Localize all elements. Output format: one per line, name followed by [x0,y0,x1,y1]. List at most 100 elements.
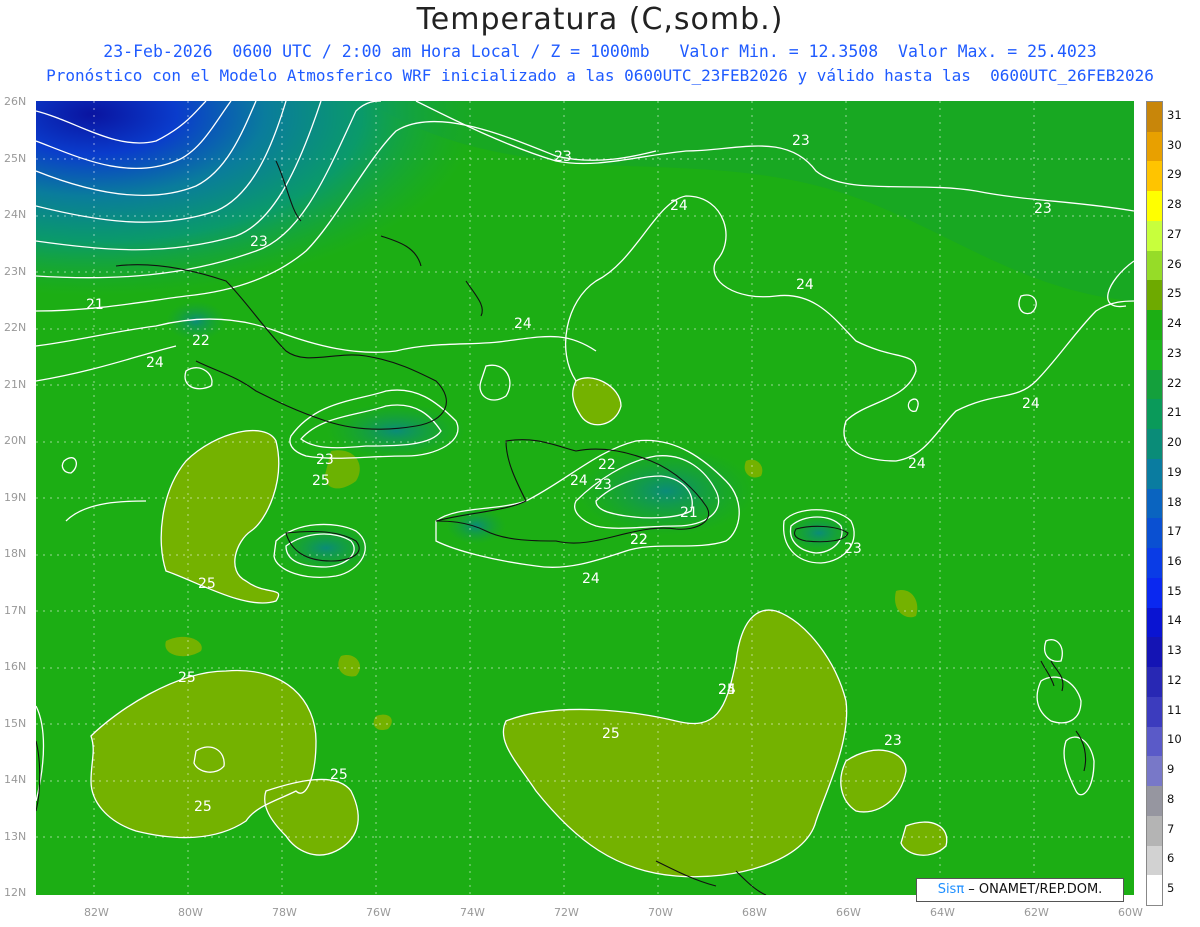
contour-label: 24 [1022,396,1040,412]
contour-label: 25 [178,670,196,686]
legend-swatch [1147,399,1162,430]
legend-label: 8 [1167,791,1175,806]
legend-swatch [1147,488,1162,519]
legend-swatch [1147,339,1162,371]
legend-label: 5 [1167,881,1175,896]
legend-swatch [1147,220,1162,252]
legend-label: 9 [1167,762,1175,777]
lat-label: 17N [4,604,27,617]
legend-label: 27 [1167,226,1182,241]
legend-swatch [1147,131,1162,162]
legend-swatch [1147,667,1162,698]
legend-label: 11 [1167,702,1182,717]
contour-label: 24 [146,355,164,371]
legend-swatch [1147,429,1162,460]
legend-swatch [1147,607,1162,638]
credit-box: Sisπ – ONAMET/REP.DOM. [916,878,1124,902]
lat-label: 16N [4,660,27,673]
legend-label: 26 [1167,256,1182,271]
lat-label: 13N [4,830,27,843]
lon-label: 76W [366,906,391,919]
contour-label: 24 [570,473,588,489]
lat-label: 26N [4,95,27,108]
lon-label: 60W [1118,906,1143,919]
contour-label: 24 [670,198,688,214]
lon-label: 74W [460,906,485,919]
contour-label: 23 [554,149,572,165]
contour-label: 25 [198,576,216,592]
lat-label: 12N [4,886,27,899]
legend-swatch [1147,577,1162,609]
contour-label: 24 [582,571,600,587]
legend-label: 31 [1167,107,1182,122]
credit-org: – ONAMET/REP.DOM. [964,882,1103,897]
contour-label: 23 [250,234,268,250]
lon-label: 72W [554,906,579,919]
legend-swatch [1147,696,1162,728]
legend-swatch [1147,191,1162,222]
legend-swatch [1147,102,1162,133]
legend-label: 15 [1167,583,1182,598]
contour-label: 25 [718,682,736,698]
map-title: Temperatura (C,somb.) [416,2,784,37]
contour-label: 22 [598,457,616,473]
lon-label: 66W [836,906,861,919]
lon-label: 68W [742,906,767,919]
temperature-map[interactable]: 23 23 23 23 24 24 24 24 24 24 21 22 24 2… [36,101,1134,895]
legend-swatch [1147,458,1162,490]
contour-label: 24 [796,277,814,293]
legend-label: 21 [1167,405,1182,420]
lat-label: 19N [4,491,27,504]
legend-swatch [1147,845,1162,876]
lon-label: 70W [648,906,673,919]
legend-label: 13 [1167,643,1182,658]
contour-label: 21 [86,297,104,313]
legend-swatch [1147,786,1162,817]
lon-label: 82W [84,906,109,919]
contour-label: 23 [1034,201,1052,217]
contour-label: 23 [884,733,902,749]
contour-label: 22 [630,532,648,548]
contour-label: 23 [792,133,810,149]
legend-label: 17 [1167,524,1182,539]
lon-label: 64W [930,906,955,919]
legend-swatch [1147,161,1162,192]
lat-label: 24N [4,208,27,221]
contour-label: 21 [680,505,698,521]
legend-label: 14 [1167,613,1182,628]
legend-swatch [1147,726,1162,757]
legend-label: 12 [1167,672,1182,687]
legend-label: 28 [1167,197,1182,212]
legend-label: 20 [1167,435,1182,450]
legend-label: 7 [1167,821,1175,836]
lat-label: 20N [4,434,27,447]
legend-label: 19 [1167,464,1182,479]
lat-label: 22N [4,321,27,334]
contour-label: 24 [908,456,926,472]
legend-swatch [1147,369,1162,400]
contour-label: 25 [194,799,212,815]
contour-label: 25 [602,726,620,742]
legend-label: 23 [1167,345,1182,360]
credit-sis: Sisπ [937,882,965,897]
contour-label: 23 [316,452,334,468]
legend-label: 6 [1167,851,1175,866]
legend-swatch [1147,280,1162,311]
legend-swatch [1147,875,1162,906]
contour-label: 22 [192,333,210,349]
contour-label: 25 [330,767,348,783]
lat-label: 14N [4,773,27,786]
legend-swatch [1147,518,1162,549]
legend-swatch [1147,815,1162,846]
legend-label: 30 [1167,137,1182,152]
legend-swatch [1147,548,1162,579]
legend-label: 24 [1167,316,1182,331]
legend-label: 25 [1167,286,1182,301]
lat-label: 25N [4,152,27,165]
legend-label: 10 [1167,732,1182,747]
lon-label: 80W [178,906,203,919]
subtitle-model-run: Pronóstico con el Modelo Atmosferico WRF… [46,66,1154,85]
temperature-field: 23 23 23 23 24 24 24 24 24 24 21 22 24 2… [36,101,1134,895]
legend-swatch [1147,310,1162,341]
lat-label: 23N [4,265,27,278]
